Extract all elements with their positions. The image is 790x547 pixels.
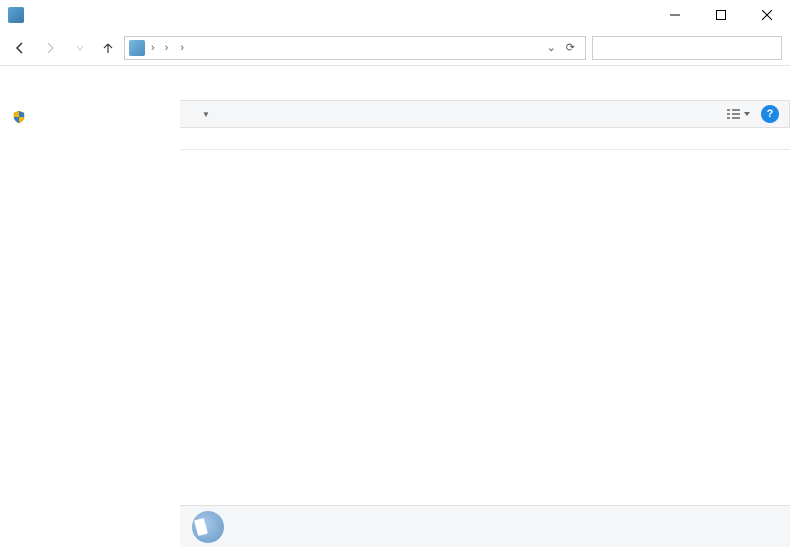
list-body[interactable] (180, 150, 790, 505)
window-controls (652, 0, 790, 30)
list-header (180, 128, 790, 150)
sidebar (0, 66, 180, 547)
up-button[interactable] (98, 38, 118, 58)
refresh-button[interactable]: ⟳ (560, 41, 581, 54)
titlebar (0, 0, 790, 30)
addressbar[interactable]: › › › ⌄ ⟳ (124, 36, 586, 60)
page-subheading (180, 86, 790, 100)
navbar: › › › ⌄ ⟳ (0, 30, 790, 66)
chevron-down-icon: ▼ (202, 110, 210, 119)
statusbar (180, 505, 790, 547)
recent-dropdown[interactable] (68, 36, 92, 60)
main: ▼ ? (0, 66, 790, 547)
close-button[interactable] (744, 0, 790, 30)
maximize-button[interactable] (698, 0, 744, 30)
programs-icon (192, 511, 224, 543)
view-options-button[interactable] (723, 105, 753, 123)
status-text (234, 521, 240, 533)
windows-features-link[interactable] (12, 110, 172, 124)
address-dropdown[interactable]: ⌄ (543, 41, 560, 54)
search-input[interactable] (592, 36, 782, 60)
toolbar-right: ? (723, 105, 779, 123)
content: ▼ ? (180, 66, 790, 547)
programs-list (180, 128, 790, 505)
breadcrumb: › › (157, 42, 192, 54)
page-heading (180, 66, 790, 86)
help-button[interactable]: ? (761, 105, 779, 123)
chevron-right-icon: › (149, 42, 157, 54)
forward-button[interactable] (38, 36, 62, 60)
shield-icon (12, 110, 26, 124)
toolbar: ▼ ? (180, 100, 790, 128)
minimize-button[interactable] (652, 0, 698, 30)
app-icon (8, 7, 24, 23)
chevron-right-icon: › (178, 42, 186, 54)
back-button[interactable] (8, 36, 32, 60)
organize-button[interactable]: ▼ (198, 110, 210, 119)
location-icon (129, 40, 145, 56)
chevron-right-icon: › (163, 42, 171, 54)
